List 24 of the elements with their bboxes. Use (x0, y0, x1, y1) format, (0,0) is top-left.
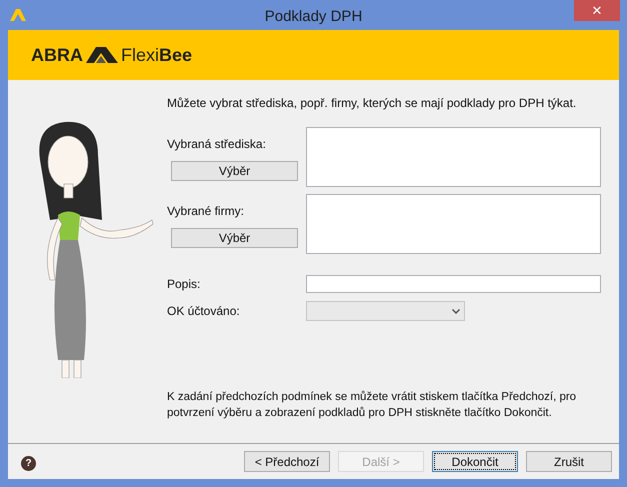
selection-list[interactable] (306, 127, 601, 187)
logo-text: Bee (159, 44, 192, 66)
dialog-button[interactable]: Zrušit (526, 451, 612, 472)
field-label: OK účtováno: (167, 303, 240, 320)
selection-list[interactable] (306, 194, 601, 254)
help-icon[interactable]: ? (21, 456, 36, 471)
logo-text: Flexi (121, 44, 160, 66)
logo-mark-icon (86, 47, 118, 63)
chevron-down-icon (452, 308, 460, 314)
intro-text: Můžete vybrat střediska, popř. firmy, kterých se mají podklady pro DPH týkat. (167, 96, 578, 111)
field-label: Popis: (167, 276, 200, 293)
select-button[interactable]: Výběr (171, 228, 298, 248)
logo-text: ABRA (31, 44, 83, 66)
dialog-button[interactable]: < Předchozí (244, 451, 330, 472)
dialog-button[interactable]: Dokončit (432, 451, 518, 472)
hint-text: K zadání předchozích podmínek se můžete vrátit stiskem tlačítka Předchozí, pro potvrzení výběru a zobrazení podkladů pro DPH stiskněte tlačítko Dokončit. (167, 390, 578, 421)
input-field[interactable] (306, 275, 601, 293)
app-logo-icon (10, 9, 26, 21)
close-button[interactable]: ✕ (574, 0, 620, 21)
window-title: Podklady DPH (264, 7, 362, 27)
dropdown[interactable] (306, 301, 465, 321)
field-label: Vybrané firmy: (167, 203, 245, 220)
field-label: Vybraná střediska: (167, 136, 267, 153)
select-button[interactable]: Výběr (171, 161, 298, 181)
